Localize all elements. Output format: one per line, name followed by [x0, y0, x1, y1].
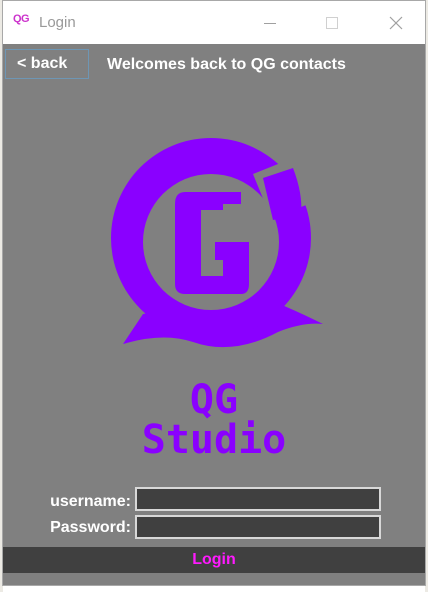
username-input[interactable]: [135, 487, 381, 511]
close-button[interactable]: [373, 1, 419, 44]
studio-logo-text: QG Studio: [141, 377, 287, 463]
window-title: Login: [39, 14, 76, 31]
app-icon: QG: [13, 13, 30, 25]
username-label: username:: [50, 493, 131, 510]
login-panel: < back Welcomes back to QG contacts QG S…: [3, 44, 425, 585]
login-button[interactable]: Login: [3, 547, 425, 573]
qg-logo-icon: [111, 138, 323, 348]
minimize-button[interactable]: [247, 1, 293, 44]
back-button[interactable]: < back: [5, 49, 89, 79]
login-window: QG Login < back Welcomes back to QG cont…: [2, 0, 426, 586]
page-title: Welcomes back to QG contacts: [107, 56, 346, 73]
password-input[interactable]: [135, 515, 381, 539]
title-bar[interactable]: QG Login: [3, 1, 425, 44]
password-label: Password:: [50, 519, 131, 536]
close-icon: [389, 16, 403, 30]
maximize-button[interactable]: [309, 1, 355, 44]
